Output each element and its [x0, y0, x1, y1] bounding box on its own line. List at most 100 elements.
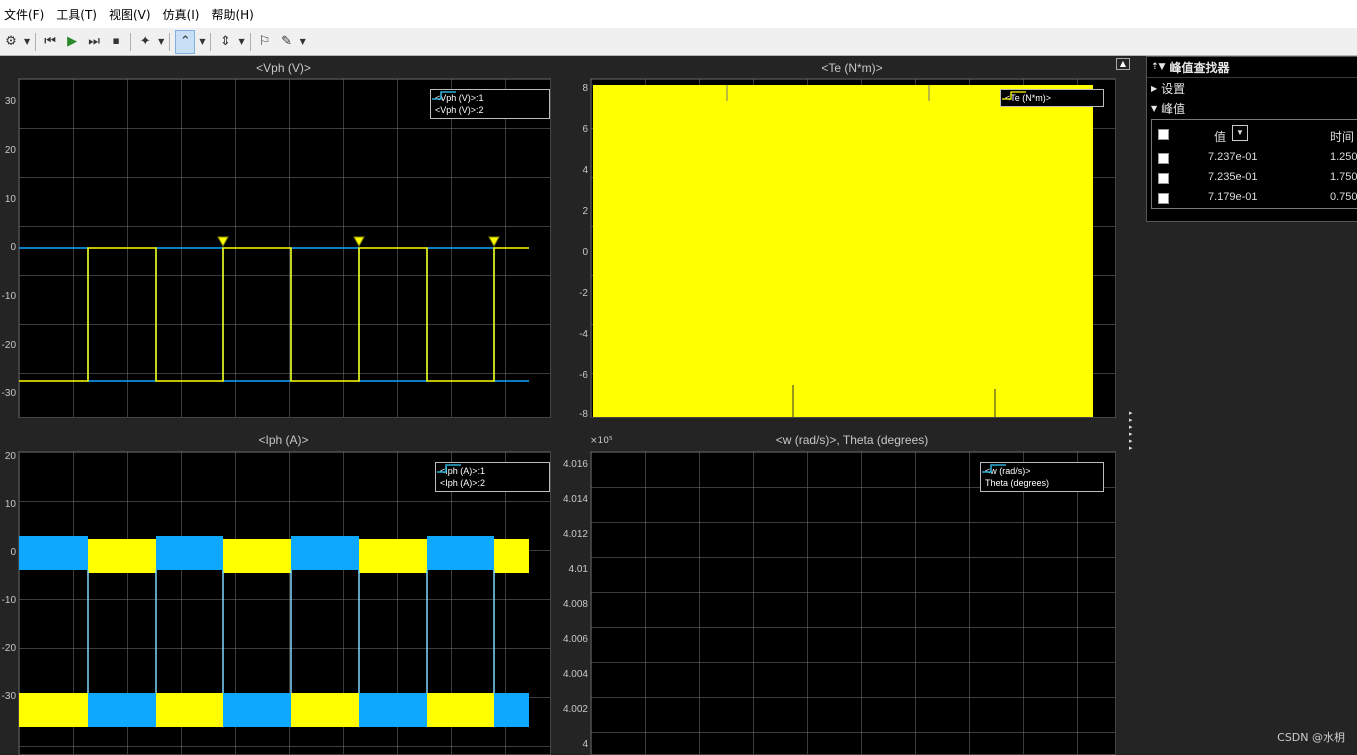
zoom-icon[interactable]: ⇕ — [216, 31, 234, 53]
peak-marker-icon[interactable] — [353, 236, 365, 248]
iph-series-2-band — [19, 536, 88, 570]
w-ytick: 4.008 — [562, 599, 588, 610]
te-ytick: 4 — [582, 165, 588, 176]
stop-icon[interactable]: ⏹ — [107, 31, 125, 53]
peak-time: 0.750 — [1330, 191, 1357, 203]
te-ytick: 6 — [582, 124, 588, 135]
menu-simulation[interactable]: 仿真(I) — [163, 6, 208, 23]
sort-dropdown-icon[interactable]: ▼ — [1232, 125, 1248, 141]
toolbar: ⚙ ▼ ⏮ ▶ ⏭ ⏹ ✦ ▼ ⌃ ▼ ⇕ ▼ ⚐ ✎ ▼ — [0, 28, 1357, 56]
te-plot-title: <Te (N*m)> — [821, 61, 883, 75]
vph-ytick: -20 — [1, 340, 16, 351]
w-ytick: 4.012 — [562, 529, 588, 540]
iph-series-1-band — [19, 693, 88, 727]
peak-marker-icon[interactable] — [217, 236, 229, 248]
iph-plot-area[interactable]: <Iph (A)>:1 <Iph (A)>:2 — [18, 451, 551, 755]
watermark: CSDN @水枂 — [1277, 731, 1345, 744]
iph-series-1-band — [291, 693, 359, 727]
vph-ytick: -30 — [1, 388, 16, 399]
iph-series-1-band — [359, 539, 427, 573]
menu-file[interactable]: 文件(F) — [4, 6, 52, 23]
vph-series-1-line — [19, 247, 529, 382]
chevron-down-icon[interactable]: ▼ — [199, 37, 205, 46]
step-forward-icon[interactable]: ⏭ — [85, 31, 103, 53]
iph-series-1-band — [88, 539, 156, 573]
iph-series-2-band — [427, 536, 494, 570]
cursor-measure-icon[interactable]: ⚐ — [256, 31, 274, 53]
legend-entry[interactable]: <Vph (V)>:2 — [432, 91, 545, 116]
iph-plot-title: <Iph (A)> — [258, 433, 309, 447]
chevron-down-icon[interactable]: ▼ — [24, 37, 30, 46]
iph-series-2-band — [359, 693, 427, 727]
vph-plot-area[interactable]: <Vph (V)>:1 <Vph (V)>:2 — [18, 78, 551, 418]
value-column-header[interactable]: 值 — [1214, 128, 1226, 145]
te-plot-area[interactable]: <Te (N*m)> — [590, 78, 1116, 418]
settings-section-toggle[interactable]: ▶ 设置 — [1147, 78, 1357, 98]
peak-value: 7.235e-01 — [1208, 171, 1258, 183]
menu-bar: 文件(F) 工具(T) 视图(V) 仿真(I) 帮助(H) — [0, 0, 1357, 28]
iph-series-1-band — [494, 539, 529, 573]
legend-entry[interactable]: Theta (degrees) — [982, 464, 1099, 489]
iph-series-1-band — [427, 693, 494, 727]
collapse-panel-icon[interactable]: ⇡▼ — [1151, 62, 1165, 72]
legend-label: <Vph (V)>:2 — [435, 105, 484, 115]
vph-waveforms — [19, 236, 529, 382]
vph-ytick: 10 — [4, 194, 16, 205]
vph-series-2-line — [19, 247, 529, 382]
legend-entry[interactable]: <Iph (A)>:2 — [437, 464, 545, 489]
select-all-checkbox[interactable] — [1158, 129, 1169, 140]
chevron-down-icon[interactable]: ▼ — [300, 37, 306, 46]
peaks-section-toggle[interactable]: ▼ 峰值 — [1147, 98, 1357, 118]
peak-row[interactable]: 7.179e-01 0.750 — [1152, 188, 1357, 208]
te-ytick: -6 — [579, 370, 588, 381]
peak-finder-header[interactable]: ⇡▼ 峰值查找器 — [1147, 57, 1357, 78]
highlight-icon[interactable]: ✦ — [136, 31, 154, 53]
w-plot-area[interactable]: <w (rad/s)> Theta (degrees) — [590, 451, 1116, 755]
iph-series-2-band — [156, 536, 223, 570]
w-legend[interactable]: <w (rad/s)> Theta (degrees) — [980, 462, 1104, 492]
peak-row[interactable]: 7.235e-01 1.750 — [1152, 168, 1357, 188]
w-ytick: 4.016 — [562, 459, 588, 470]
peak-row-checkbox[interactable] — [1158, 193, 1169, 204]
step-back-icon[interactable]: ⏮ — [41, 31, 59, 53]
settings-section-label: 设置 — [1161, 81, 1186, 96]
toolbar-separator — [249, 32, 251, 51]
menu-help[interactable]: 帮助(H) — [211, 6, 261, 23]
te-waveform — [593, 85, 1093, 417]
vph-legend[interactable]: <Vph (V)>:1 <Vph (V)>:2 — [430, 89, 550, 119]
run-icon[interactable]: ▶ — [63, 31, 81, 53]
settings-gear-icon[interactable]: ⚙ — [2, 31, 20, 53]
chevron-down-icon[interactable]: ▼ — [158, 37, 164, 46]
peak-marker-icon[interactable] — [488, 236, 500, 248]
peaks-table: 值 ▼ 时间 7.237e-01 1.250 7.235e-01 1.750 7… — [1151, 119, 1357, 209]
collapse-arrows-icon[interactable]: ▸ ▸ ▸ ▸ ▸ ▸ — [1129, 410, 1137, 452]
w-ytick: 4.006 — [562, 634, 588, 645]
toolbar-separator — [35, 32, 37, 51]
iph-legend[interactable]: <Iph (A)>:1 <Iph (A)>:2 — [435, 462, 550, 492]
edit-icon[interactable]: ✎ — [278, 31, 296, 53]
toolbar-separator — [210, 32, 212, 51]
collapse-icon: ▼ — [1151, 103, 1158, 113]
iph-series-2-band — [494, 693, 529, 727]
peak-row-checkbox[interactable] — [1158, 173, 1169, 184]
legend-entry[interactable]: <Te (N*m)> — [1002, 91, 1099, 104]
peak-row-checkbox[interactable] — [1158, 153, 1169, 164]
w-ytick: 4.014 — [562, 494, 588, 505]
peak-finder-icon[interactable]: ⌃ — [175, 29, 196, 54]
menu-tools[interactable]: 工具(T) — [56, 6, 105, 23]
vph-ytick: 30 — [4, 96, 16, 107]
iph-ytick: -30 — [1, 691, 16, 702]
peaks-section-label: 峰值 — [1161, 101, 1186, 116]
chevron-down-icon[interactable]: ▼ — [238, 37, 244, 46]
iph-series-1-band — [156, 693, 223, 727]
iph-ytick: -20 — [1, 643, 16, 654]
peak-row[interactable]: 7.237e-01 1.250 — [1152, 148, 1357, 168]
vph-ytick: 0 — [10, 242, 16, 253]
te-legend[interactable]: <Te (N*m)> — [1000, 89, 1104, 107]
peak-time: 1.750 — [1330, 171, 1357, 183]
undock-icon[interactable]: ▲ — [1116, 58, 1130, 70]
legend-label: Theta (degrees) — [985, 478, 1050, 488]
vph-ytick: 20 — [4, 145, 16, 156]
time-column-header[interactable]: 时间 — [1330, 128, 1354, 145]
menu-view[interactable]: 视图(V) — [109, 6, 159, 23]
